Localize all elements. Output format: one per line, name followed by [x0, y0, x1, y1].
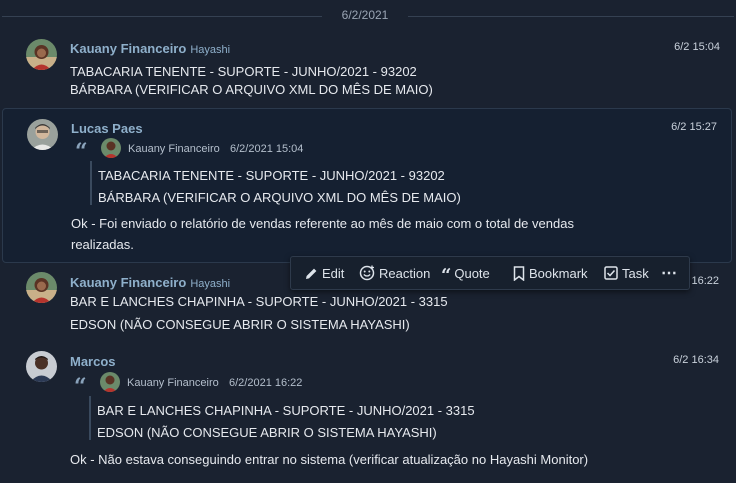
author-name[interactable]: Marcos [70, 354, 116, 369]
reaction-label: Reaction [379, 265, 431, 281]
avatar[interactable] [27, 119, 58, 150]
bookmark-button[interactable]: Bookmark [513, 257, 588, 289]
avatar[interactable] [26, 272, 57, 303]
timestamp: 6/2 15:27 [671, 121, 717, 133]
quote-bar [89, 396, 91, 440]
quoted-text: BAR E LANCHES CHAPINHA - SUPORTE - JUNHO… [97, 403, 475, 418]
quote-timestamp: 6/2/2021 16:22 [229, 377, 303, 389]
quote-icon: “ [75, 139, 88, 165]
quote-icon: “ [74, 374, 87, 400]
message[interactable]: Marcos 6/2 16:34 “ Kauany Financeiro 6/2… [0, 342, 736, 483]
author-name[interactable]: Lucas Paes [71, 121, 143, 136]
quoted-text: EDSON (NÃO CONSEGUE ABRIR O SISTEMA HAYA… [97, 425, 437, 440]
message-text: EDSON (NÃO CONSEGUE ABRIR O SISTEMA HAYA… [70, 317, 410, 332]
message-text: Ok - Não estava conseguindo entrar no si… [70, 452, 589, 467]
quote-timestamp: 6/2/2021 15:04 [230, 143, 304, 155]
checkbox-icon [604, 266, 618, 280]
date-separator: 6/2/2021 [0, 6, 736, 26]
message-text: realizadas. [71, 237, 134, 252]
date-label: 6/2/2021 [341, 8, 389, 22]
smiley-icon [359, 265, 375, 281]
quote-author[interactable]: Kauany Financeiro [127, 377, 219, 389]
quote-icon: “ [441, 265, 452, 286]
author-name[interactable]: Kauany Financeiro Hayashi [70, 275, 230, 290]
message-text: BAR E LANCHES CHAPINHA - SUPORTE - JUNHO… [70, 294, 448, 309]
quote-label: Quote [454, 265, 490, 281]
divider [2, 16, 322, 17]
more-icon: ⋯ [661, 265, 677, 282]
bookmark-icon [513, 265, 525, 281]
divider [408, 16, 734, 17]
edit-label: Edit [322, 265, 345, 281]
edit-button[interactable]: Edit [305, 257, 344, 289]
timestamp: 6/2 16:34 [673, 354, 719, 366]
message-text: TABACARIA TENENTE - SUPORTE - JUNHO/2021… [70, 64, 417, 79]
timestamp: 16:22 [691, 275, 719, 287]
quote-author[interactable]: Kauany Financeiro [128, 143, 220, 155]
message-text: Ok - Foi enviado o relatório de vendas r… [71, 216, 574, 231]
avatar[interactable] [26, 39, 57, 70]
more-options-button[interactable]: ⋯ [661, 257, 677, 289]
quoted-text: BÁRBARA (VERIFICAR O ARQUIVO XML DO MÊS … [98, 190, 461, 205]
task-button[interactable]: Task [604, 257, 649, 289]
quote-bar [90, 161, 92, 205]
message-highlighted[interactable]: Lucas Paes 6/2 15:27 “ Kauany Financeiro… [2, 108, 732, 263]
author-handle: Hayashi [190, 44, 231, 56]
reaction-button[interactable]: Reaction [359, 257, 430, 289]
task-label: Task [622, 265, 649, 281]
author-name[interactable]: Kauany Financeiro Hayashi [70, 41, 230, 56]
quote-button[interactable]: “ Quote [441, 257, 490, 289]
pencil-icon [306, 268, 317, 279]
author-handle: Hayashi [190, 278, 231, 290]
quoted-text: TABACARIA TENENTE - SUPORTE - JUNHO/2021… [98, 168, 445, 183]
timestamp: 6/2 15:04 [674, 41, 720, 53]
bookmark-label: Bookmark [529, 265, 588, 281]
quote-avatar [101, 138, 121, 158]
message-action-bar: Edit Reaction “ Quote Bookmark Task ⋯ [290, 256, 690, 290]
quote-avatar [100, 372, 120, 392]
message[interactable]: Kauany Financeiro Hayashi 6/2 15:04 TABAC… [0, 32, 736, 106]
message-text: BÁRBARA (VERIFICAR O ARQUIVO XML DO MÊS … [70, 82, 433, 97]
avatar[interactable] [26, 351, 57, 382]
